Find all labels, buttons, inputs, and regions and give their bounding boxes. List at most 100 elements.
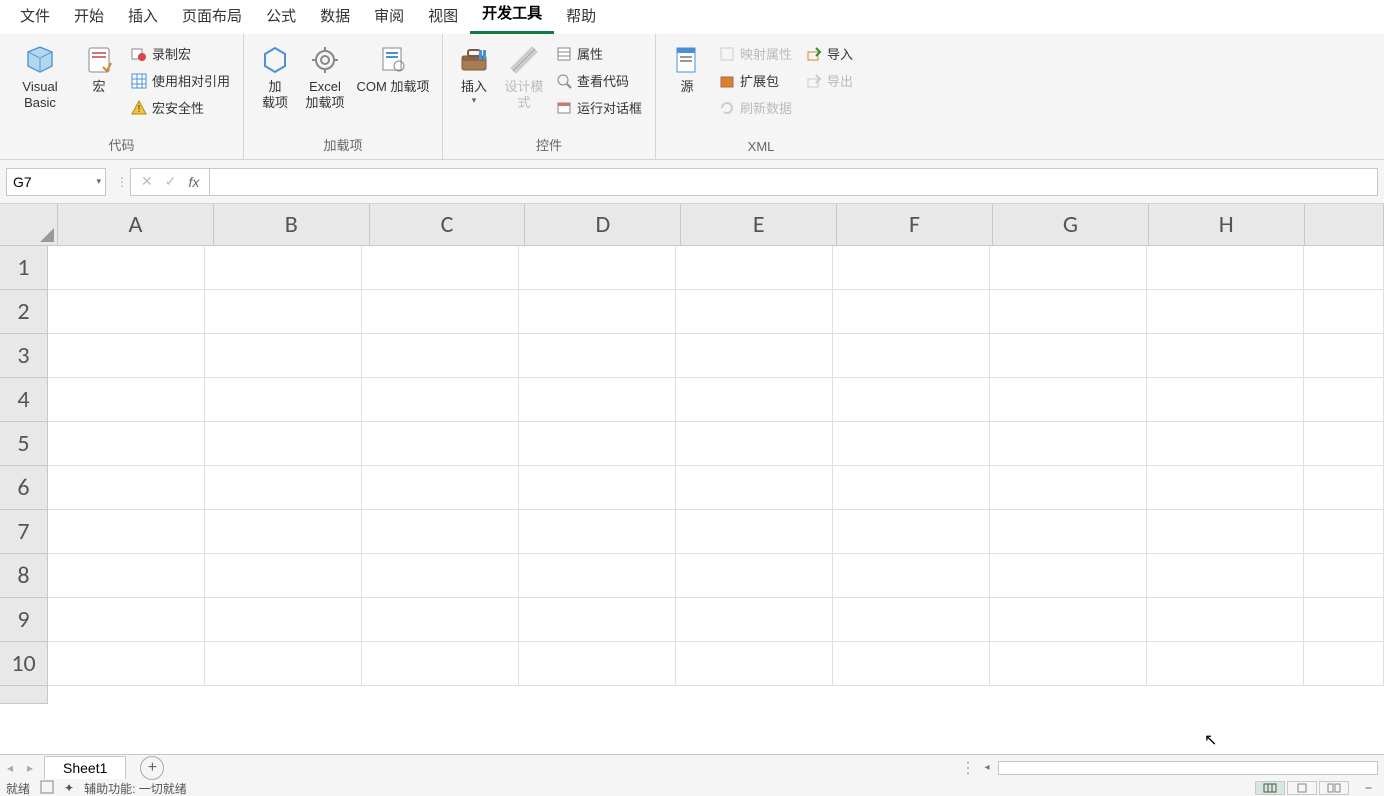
cell[interactable] — [990, 246, 1147, 290]
cell[interactable] — [833, 642, 990, 686]
cell[interactable] — [362, 510, 519, 554]
cell[interactable] — [990, 290, 1147, 334]
cell[interactable] — [990, 598, 1147, 642]
import-button[interactable]: 导入 — [803, 42, 856, 65]
cell[interactable] — [1147, 246, 1304, 290]
cell[interactable] — [1147, 554, 1304, 598]
fx-icon[interactable]: fx — [188, 174, 199, 190]
cell[interactable] — [1304, 334, 1384, 378]
cell[interactable] — [519, 466, 676, 510]
cell[interactable] — [362, 378, 519, 422]
column-header-H[interactable]: H — [1149, 204, 1305, 246]
tab-file[interactable]: 文件 — [8, 0, 62, 34]
visual-basic-button[interactable]: Visual Basic — [6, 40, 74, 116]
cell[interactable] — [676, 334, 833, 378]
cell[interactable] — [990, 466, 1147, 510]
column-header-D[interactable]: D — [525, 204, 681, 246]
cell[interactable] — [205, 378, 362, 422]
tab-review[interactable]: 审阅 — [362, 0, 416, 34]
cell[interactable] — [1304, 554, 1384, 598]
cell[interactable] — [1147, 510, 1304, 554]
column-header-extra[interactable] — [1305, 204, 1384, 246]
row-header-9[interactable]: 9 — [0, 598, 48, 642]
cell[interactable] — [519, 598, 676, 642]
cell[interactable] — [519, 642, 676, 686]
tab-developer[interactable]: 开发工具 — [470, 0, 554, 34]
cell[interactable] — [676, 510, 833, 554]
cell[interactable] — [362, 290, 519, 334]
cell[interactable] — [833, 510, 990, 554]
hscroll-grip-icon[interactable]: ⋮ — [960, 758, 976, 778]
cell[interactable] — [362, 554, 519, 598]
zoom-out-button[interactable]: − — [1359, 781, 1378, 795]
cell[interactable] — [1147, 290, 1304, 334]
cell[interactable] — [833, 466, 990, 510]
cell[interactable] — [1147, 466, 1304, 510]
cell[interactable] — [833, 334, 990, 378]
cell[interactable] — [205, 598, 362, 642]
cell[interactable] — [1304, 466, 1384, 510]
cell[interactable] — [1147, 422, 1304, 466]
row-header-7[interactable]: 7 — [0, 510, 48, 554]
cell[interactable] — [990, 510, 1147, 554]
sheet-tab-1[interactable]: Sheet1 — [44, 756, 126, 779]
cell[interactable] — [519, 246, 676, 290]
row-header-4[interactable]: 4 — [0, 378, 48, 422]
column-header-E[interactable]: E — [681, 204, 837, 246]
row-header-6[interactable]: 6 — [0, 466, 48, 510]
select-all-corner[interactable] — [0, 204, 58, 246]
cell[interactable] — [48, 246, 205, 290]
hscroll-track[interactable] — [998, 761, 1378, 775]
source-button[interactable]: 源 — [662, 40, 712, 99]
column-header-B[interactable]: B — [214, 204, 370, 246]
cell[interactable] — [205, 642, 362, 686]
cells-area[interactable] — [48, 246, 1384, 704]
cell[interactable] — [676, 554, 833, 598]
cell[interactable] — [205, 554, 362, 598]
cell[interactable] — [48, 466, 205, 510]
cell[interactable] — [833, 422, 990, 466]
row-header-partial[interactable] — [0, 686, 48, 704]
cell[interactable] — [833, 378, 990, 422]
run-dialog-button[interactable]: 运行对话框 — [553, 96, 645, 119]
cell[interactable] — [519, 334, 676, 378]
cell[interactable] — [833, 554, 990, 598]
name-box[interactable]: G7 ▾ — [6, 168, 106, 196]
cell[interactable] — [990, 334, 1147, 378]
tab-home[interactable]: 开始 — [62, 0, 116, 34]
macro-record-status-icon[interactable] — [40, 780, 54, 796]
cell[interactable] — [48, 554, 205, 598]
add-sheet-button[interactable]: + — [140, 756, 164, 780]
cell[interactable] — [1147, 598, 1304, 642]
cell[interactable] — [1147, 642, 1304, 686]
cell[interactable] — [48, 334, 205, 378]
insert-control-button[interactable]: 插入 ▾ — [449, 40, 499, 110]
refresh-data-button[interactable]: 刷新数据 — [716, 96, 795, 119]
cell[interactable] — [48, 642, 205, 686]
view-pagebreak-button[interactable] — [1319, 781, 1349, 795]
cell[interactable] — [1304, 378, 1384, 422]
view-code-button[interactable]: 查看代码 — [553, 69, 645, 92]
row-header-2[interactable]: 2 — [0, 290, 48, 334]
cell[interactable] — [676, 642, 833, 686]
cell[interactable] — [676, 598, 833, 642]
cell[interactable] — [1304, 422, 1384, 466]
cell[interactable] — [990, 642, 1147, 686]
view-normal-button[interactable] — [1255, 781, 1285, 795]
com-addins-button[interactable]: COM 加载项 — [350, 40, 436, 99]
cell[interactable] — [990, 378, 1147, 422]
view-pagelayout-button[interactable] — [1287, 781, 1317, 795]
macro-security-button[interactable]: ! 宏安全性 — [128, 96, 233, 119]
cell[interactable] — [676, 422, 833, 466]
cell[interactable] — [676, 466, 833, 510]
cell[interactable] — [205, 510, 362, 554]
cell[interactable] — [205, 246, 362, 290]
sheet-nav-next[interactable]: ▸ — [20, 761, 40, 775]
cell[interactable] — [676, 290, 833, 334]
excel-addins-button[interactable]: Excel 加载项 — [300, 40, 350, 116]
cell[interactable] — [833, 598, 990, 642]
cell[interactable] — [519, 422, 676, 466]
cell[interactable] — [1304, 598, 1384, 642]
cell[interactable] — [362, 422, 519, 466]
cell[interactable] — [48, 378, 205, 422]
